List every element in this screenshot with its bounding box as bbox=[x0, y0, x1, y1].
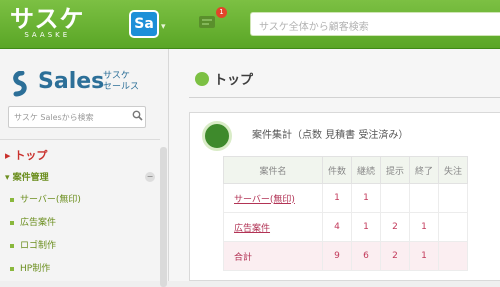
chevron-down-icon[interactable]: ▾ bbox=[161, 22, 166, 32]
deal-link[interactable]: サーバー(無印) bbox=[223, 183, 323, 213]
sidebar: Sales サスケ セールス サスケ Salesから検索 ▸ トップ ▾ 案件管… bbox=[0, 49, 169, 287]
table-row: サーバー(無印) 1 1 bbox=[223, 183, 468, 213]
sidebar-item-ads[interactable]: 広告案件 bbox=[10, 215, 56, 228]
app-logo[interactable]: サスケ SAASKE bbox=[10, 6, 85, 39]
column-header: 案件名 bbox=[223, 156, 323, 184]
deal-link[interactable]: 広告案件 bbox=[223, 212, 323, 242]
sales-logo-icon bbox=[13, 71, 27, 97]
column-header: 終了 bbox=[409, 156, 439, 184]
summary-icon bbox=[202, 121, 232, 151]
sidebar-item-label: ロゴ制作 bbox=[20, 241, 57, 251]
bullet-icon bbox=[10, 243, 14, 248]
bullet-icon bbox=[10, 220, 14, 225]
table-cell[interactable]: 9 bbox=[322, 241, 352, 271]
search-icon[interactable] bbox=[132, 110, 143, 121]
summary-panel: 案件集計（点数 見積書 受注済み） 案件名 件数 継続 提示 終了 失注 サーバ… bbox=[189, 112, 500, 281]
app-title: Sales bbox=[38, 69, 105, 94]
table-cell bbox=[438, 241, 468, 271]
sidebar-item-server[interactable]: サーバー(無印) bbox=[10, 192, 81, 205]
page-title-text: トップ bbox=[214, 73, 254, 88]
main-content: トップ 案件集計（点数 見積書 受注済み） 案件名 件数 継続 提示 終了 失注… bbox=[169, 49, 500, 281]
sidebar-item-hp[interactable]: HP制作 bbox=[10, 261, 50, 274]
summary-table: 案件名 件数 継続 提示 終了 失注 サーバー(無印) 1 1 広告案件 4 1… bbox=[223, 156, 468, 271]
sidebar-scrollbar[interactable] bbox=[160, 147, 167, 287]
table-cell[interactable]: 2 bbox=[380, 241, 410, 271]
logo-text: サスケ bbox=[10, 5, 85, 33]
title-divider bbox=[189, 97, 500, 98]
sidebar-search-input[interactable]: サスケ Salesから検索 bbox=[8, 106, 146, 128]
collapse-icon[interactable]: − bbox=[145, 172, 155, 182]
sidebar-item-logo[interactable]: ロゴ制作 bbox=[10, 238, 56, 251]
app-subtitle-line-1: サスケ bbox=[103, 71, 130, 81]
table-cell bbox=[438, 183, 468, 213]
sidebar-item-label: HP制作 bbox=[20, 264, 51, 274]
table-cell bbox=[409, 183, 439, 213]
table-total-row: 合計 9 6 2 1 bbox=[223, 241, 468, 271]
total-label: 合計 bbox=[223, 241, 323, 271]
sidebar-section-deals[interactable]: ▾ 案件管理 bbox=[5, 170, 49, 183]
table-cell bbox=[380, 183, 410, 213]
bullet-icon bbox=[10, 266, 14, 271]
global-search-input[interactable]: サスケ全体から顧客検索 bbox=[250, 12, 500, 36]
column-header: 提示 bbox=[380, 156, 410, 184]
bullet-icon bbox=[10, 197, 14, 202]
app-subtitle-line-2: セールス bbox=[103, 82, 140, 92]
table-cell[interactable]: 4 bbox=[322, 212, 352, 242]
table-cell[interactable]: 1 bbox=[409, 212, 439, 242]
home-icon bbox=[195, 72, 209, 86]
table-cell[interactable]: 2 bbox=[380, 212, 410, 242]
table-cell[interactable]: 1 bbox=[351, 183, 381, 213]
sidebar-item-label: サーバー(無印) bbox=[20, 195, 81, 205]
table-cell[interactable]: 1 bbox=[322, 183, 352, 213]
column-header: 件数 bbox=[322, 156, 352, 184]
panel-title: 案件集計（点数 見積書 受注済み） bbox=[252, 130, 409, 141]
table-cell[interactable]: 1 bbox=[409, 241, 439, 271]
table-row: 広告案件 4 1 2 1 bbox=[223, 212, 468, 242]
notification-badge: 1 bbox=[216, 7, 227, 18]
app-switcher-button[interactable]: Sa bbox=[129, 10, 159, 38]
table-header-row: 案件名 件数 継続 提示 終了 失注 bbox=[223, 156, 468, 184]
app-subtitle: サスケ セールス bbox=[103, 71, 139, 93]
table-cell bbox=[438, 212, 468, 242]
top-navigation-bar: サスケ SAASKE Sa ▾ 1 サスケ全体から顧客検索 bbox=[0, 0, 500, 49]
sidebar-divider bbox=[0, 139, 160, 140]
column-header: 継続 bbox=[351, 156, 381, 184]
sidebar-item-top[interactable]: ▸ トップ bbox=[5, 147, 47, 163]
table-cell[interactable]: 1 bbox=[351, 212, 381, 242]
notification-icon[interactable] bbox=[197, 13, 217, 31]
column-header: 失注 bbox=[438, 156, 468, 184]
sidebar-item-label: 広告案件 bbox=[20, 218, 57, 228]
table-cell[interactable]: 6 bbox=[351, 241, 381, 271]
